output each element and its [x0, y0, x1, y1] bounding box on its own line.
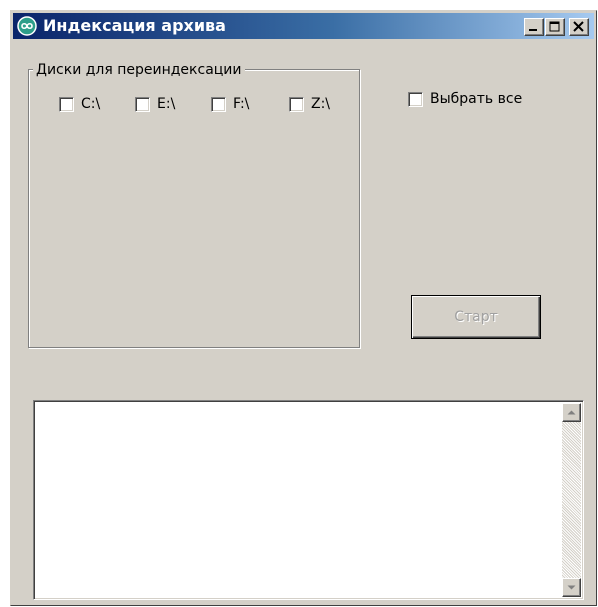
- maximize-button[interactable]: [545, 18, 565, 36]
- checkbox-square[interactable]: [59, 96, 74, 112]
- drive-e-label: E:\: [157, 96, 176, 112]
- checkbox-square[interactable]: [135, 96, 150, 112]
- close-icon: [573, 21, 584, 32]
- minimize-icon: [529, 29, 537, 31]
- start-button[interactable]: Старт: [411, 295, 541, 339]
- title-bar[interactable]: Индексация архива: [13, 13, 594, 39]
- drive-z-checkbox[interactable]: Z:\: [289, 96, 330, 112]
- maximize-icon: [549, 21, 560, 32]
- drives-groupbox-label: Диски для переиндексации: [33, 62, 245, 78]
- scroll-up-arrow-icon: [567, 410, 576, 415]
- checkbox-square[interactable]: [408, 91, 423, 107]
- scroll-up-button[interactable]: [562, 403, 581, 422]
- checkbox-square[interactable]: [211, 96, 226, 112]
- main-window: Индексация архива Диски для переиндексац…: [10, 10, 597, 606]
- infinity-app-icon: [17, 16, 37, 36]
- drive-f-label: F:\: [233, 96, 250, 112]
- log-vertical-scrollbar[interactable]: [562, 403, 581, 597]
- log-textarea[interactable]: [33, 400, 584, 600]
- drive-z-label: Z:\: [311, 96, 331, 112]
- drive-e-checkbox[interactable]: E:\: [135, 96, 175, 112]
- drive-c-label: C:\: [81, 96, 101, 112]
- minimize-button[interactable]: [524, 18, 544, 36]
- drive-c-checkbox[interactable]: C:\: [59, 96, 100, 112]
- checkbox-square[interactable]: [289, 96, 304, 112]
- close-button[interactable]: [569, 18, 589, 36]
- select-all-checkbox[interactable]: Выбрать все: [408, 91, 522, 107]
- scroll-down-button[interactable]: [562, 578, 581, 597]
- scroll-down-arrow-icon: [567, 585, 576, 590]
- drive-f-checkbox[interactable]: F:\: [211, 96, 249, 112]
- select-all-label: Выбрать все: [430, 91, 523, 107]
- window-title: Индексация архива: [43, 16, 226, 35]
